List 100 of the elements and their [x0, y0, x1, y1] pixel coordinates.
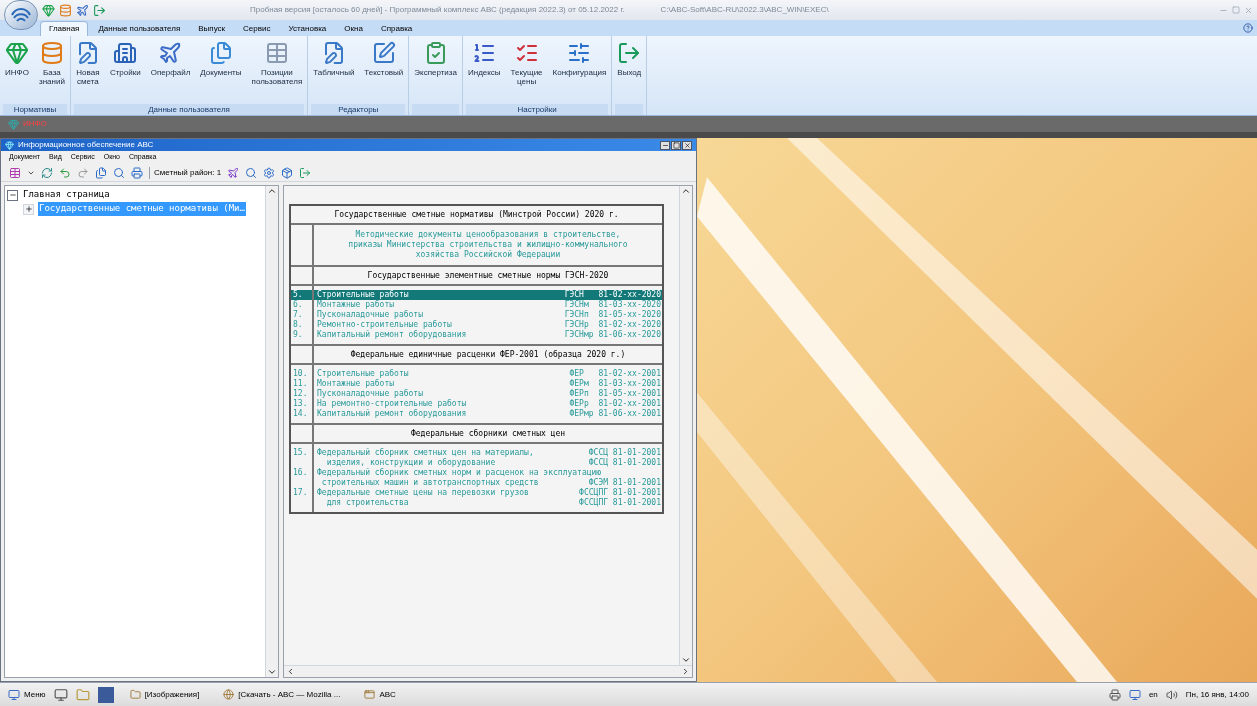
catalog-code: ГЭСН 81-02-xx-2020 [564, 290, 661, 300]
gem-icon [8, 118, 19, 130]
row-number: 13. [293, 399, 308, 408]
ribbon-button[interactable]: Документы [198, 41, 244, 104]
printer-icon[interactable] [1108, 688, 1121, 701]
catalog-code: ФЕРп 81-05-xx-2001 [569, 389, 661, 399]
catalog-title: Ремонтно-строительные работы [317, 320, 452, 330]
row-number: 8. [293, 320, 303, 329]
plane-icon[interactable] [76, 3, 89, 17]
catalog-code: ГЭСНм 81-03-xx-2020 [564, 300, 661, 310]
group-label: Редакторы [338, 103, 379, 116]
maximize-icon[interactable] [671, 140, 681, 150]
catalog-title: строительных машин и автотранспортных средств [320, 478, 539, 488]
row-number: 14. [293, 409, 308, 418]
scroll-down-icon[interactable] [267, 667, 277, 677]
window-title: Информационное обеспечение АВС [18, 139, 154, 151]
list-icon [472, 41, 497, 65]
documents-icon[interactable] [95, 166, 107, 179]
ribbon-button[interactable]: Конфигурация [550, 41, 609, 104]
catalog-code: ФССЦ 81-01-2001 [588, 448, 661, 458]
workspace-switcher-icon[interactable] [97, 686, 114, 703]
gear-icon[interactable] [263, 166, 276, 179]
scroll-right-icon[interactable] [681, 667, 690, 676]
plane-icon[interactable] [227, 166, 240, 179]
gem-icon[interactable] [42, 3, 55, 17]
ribbon-button[interactable]: Текстовый [362, 41, 406, 104]
ribbon-tab[interactable]: Сервис [235, 21, 279, 36]
keyboard-language[interactable]: en [1148, 688, 1158, 701]
ribbon-tab[interactable]: Главная [40, 21, 89, 36]
search-icon[interactable] [113, 166, 125, 179]
path-text: C:\ABC-Soft\ABC-RU\2022.3\ABC_WIN\EXEC\ [660, 4, 829, 16]
scroll-up-icon[interactable] [267, 186, 277, 196]
ribbon-tab[interactable]: Окна [336, 21, 371, 36]
scrollbar[interactable] [679, 186, 692, 665]
scrollbar[interactable] [284, 665, 692, 677]
minimize-icon[interactable] [660, 140, 670, 150]
catalog-title: для строительства [325, 498, 409, 508]
section-heading: Федеральные сборники сметных цен [410, 428, 566, 439]
catalog-title: Федеральные сметные цены на перевозки грузов [317, 488, 529, 498]
folder-icon[interactable] [75, 687, 90, 702]
ribbon-button[interactable]: База знаний [37, 41, 67, 104]
catalog-title: Федеральный сборник сметных цен на материалы, [317, 448, 534, 458]
row-number: 10. [293, 369, 308, 378]
ribbon-button[interactable]: Позиции пользователя [249, 41, 305, 104]
plane-icon [158, 41, 183, 65]
ribbon-tab[interactable]: Данные пользователя [90, 21, 189, 36]
printer-icon[interactable] [131, 166, 143, 179]
redo-icon[interactable] [77, 166, 89, 179]
group-label: Данные пользователя [148, 103, 230, 116]
table-icon[interactable] [9, 166, 21, 179]
menu-button[interactable]: Меню [8, 688, 46, 701]
help-icon[interactable] [1243, 23, 1253, 33]
package-icon[interactable] [281, 166, 294, 179]
row-number: 16. [293, 468, 308, 477]
ribbon-tab[interactable]: Справка [372, 21, 421, 36]
ribbon-button[interactable]: Экспертиза [412, 41, 459, 104]
catalog-title: Пусконаладочные работы [317, 310, 423, 320]
undo-icon[interactable] [59, 166, 71, 179]
door-icon[interactable] [93, 3, 106, 17]
catalog-code: ГЭСНп 81-05-xx-2020 [564, 310, 661, 320]
collapse-toggle-icon[interactable] [7, 189, 18, 201]
ribbon-button[interactable]: Текущие цены [508, 41, 545, 104]
ribbon-button[interactable]: Новая смета [73, 41, 102, 104]
ribbon-button[interactable]: Табличный [311, 41, 357, 104]
monitor-icon[interactable] [53, 687, 68, 702]
window-title: Пробная версия [осталось 60 дней] - Программный комплекс АВС (редакция 2022.3) от 05.12.2022 г. [250, 4, 625, 16]
taskbar-button[interactable]: [Изображения] [121, 684, 208, 705]
taskbar-button[interactable]: ABC [356, 684, 404, 705]
catalog-row[interactable]: 5. Строительные работы ГЭСН 81-02-xx-2020 [291, 290, 662, 300]
search-icon[interactable] [245, 166, 258, 179]
scrollbar[interactable] [265, 186, 278, 677]
ribbon-button[interactable]: ИНФО [3, 41, 31, 104]
scroll-up-icon[interactable] [681, 186, 691, 196]
tree-item[interactable]: Главная страница [22, 188, 111, 202]
pen-icon [371, 41, 396, 65]
ribbon-button[interactable]: Оперфайл [148, 41, 193, 104]
ribbon-tab[interactable]: Выпуск [190, 21, 234, 36]
buildings-icon [113, 41, 138, 65]
clock[interactable]: Пн, 16 янв, 14:00 [1185, 688, 1249, 701]
expand-toggle-icon[interactable] [23, 203, 34, 215]
taskbar-button[interactable]: [Скачать - ABC — Mozilla ... [215, 684, 349, 705]
volume-icon[interactable] [1165, 688, 1178, 701]
ribbon-button[interactable]: Стройки [107, 41, 143, 104]
section-heading: Федеральные единичные расценки ФЕР-2001 (образца 2020 г.) [350, 349, 626, 360]
app-icon [364, 689, 376, 700]
ribbon-button[interactable]: Индексы [465, 41, 503, 104]
refresh-icon[interactable] [41, 166, 53, 179]
monitor-icon[interactable] [1128, 688, 1141, 701]
close-icon[interactable] [682, 140, 692, 150]
scroll-left-icon[interactable] [286, 667, 295, 676]
catalog-code: ФЕРр 81-02-xx-2001 [569, 399, 661, 409]
app-logo-icon[interactable] [4, 0, 38, 30]
scroll-down-icon[interactable] [681, 655, 691, 665]
database-icon[interactable] [59, 3, 72, 17]
database-icon [39, 41, 64, 65]
catalog-code: ФССЦПГ 81-01-2001 [579, 498, 661, 508]
catalog-code: ФССЦ 81-01-2001 [588, 458, 661, 468]
door-icon[interactable] [299, 166, 312, 179]
ribbon-tab[interactable]: Установка [280, 21, 335, 36]
ribbon-button[interactable]: Выход [615, 41, 644, 104]
